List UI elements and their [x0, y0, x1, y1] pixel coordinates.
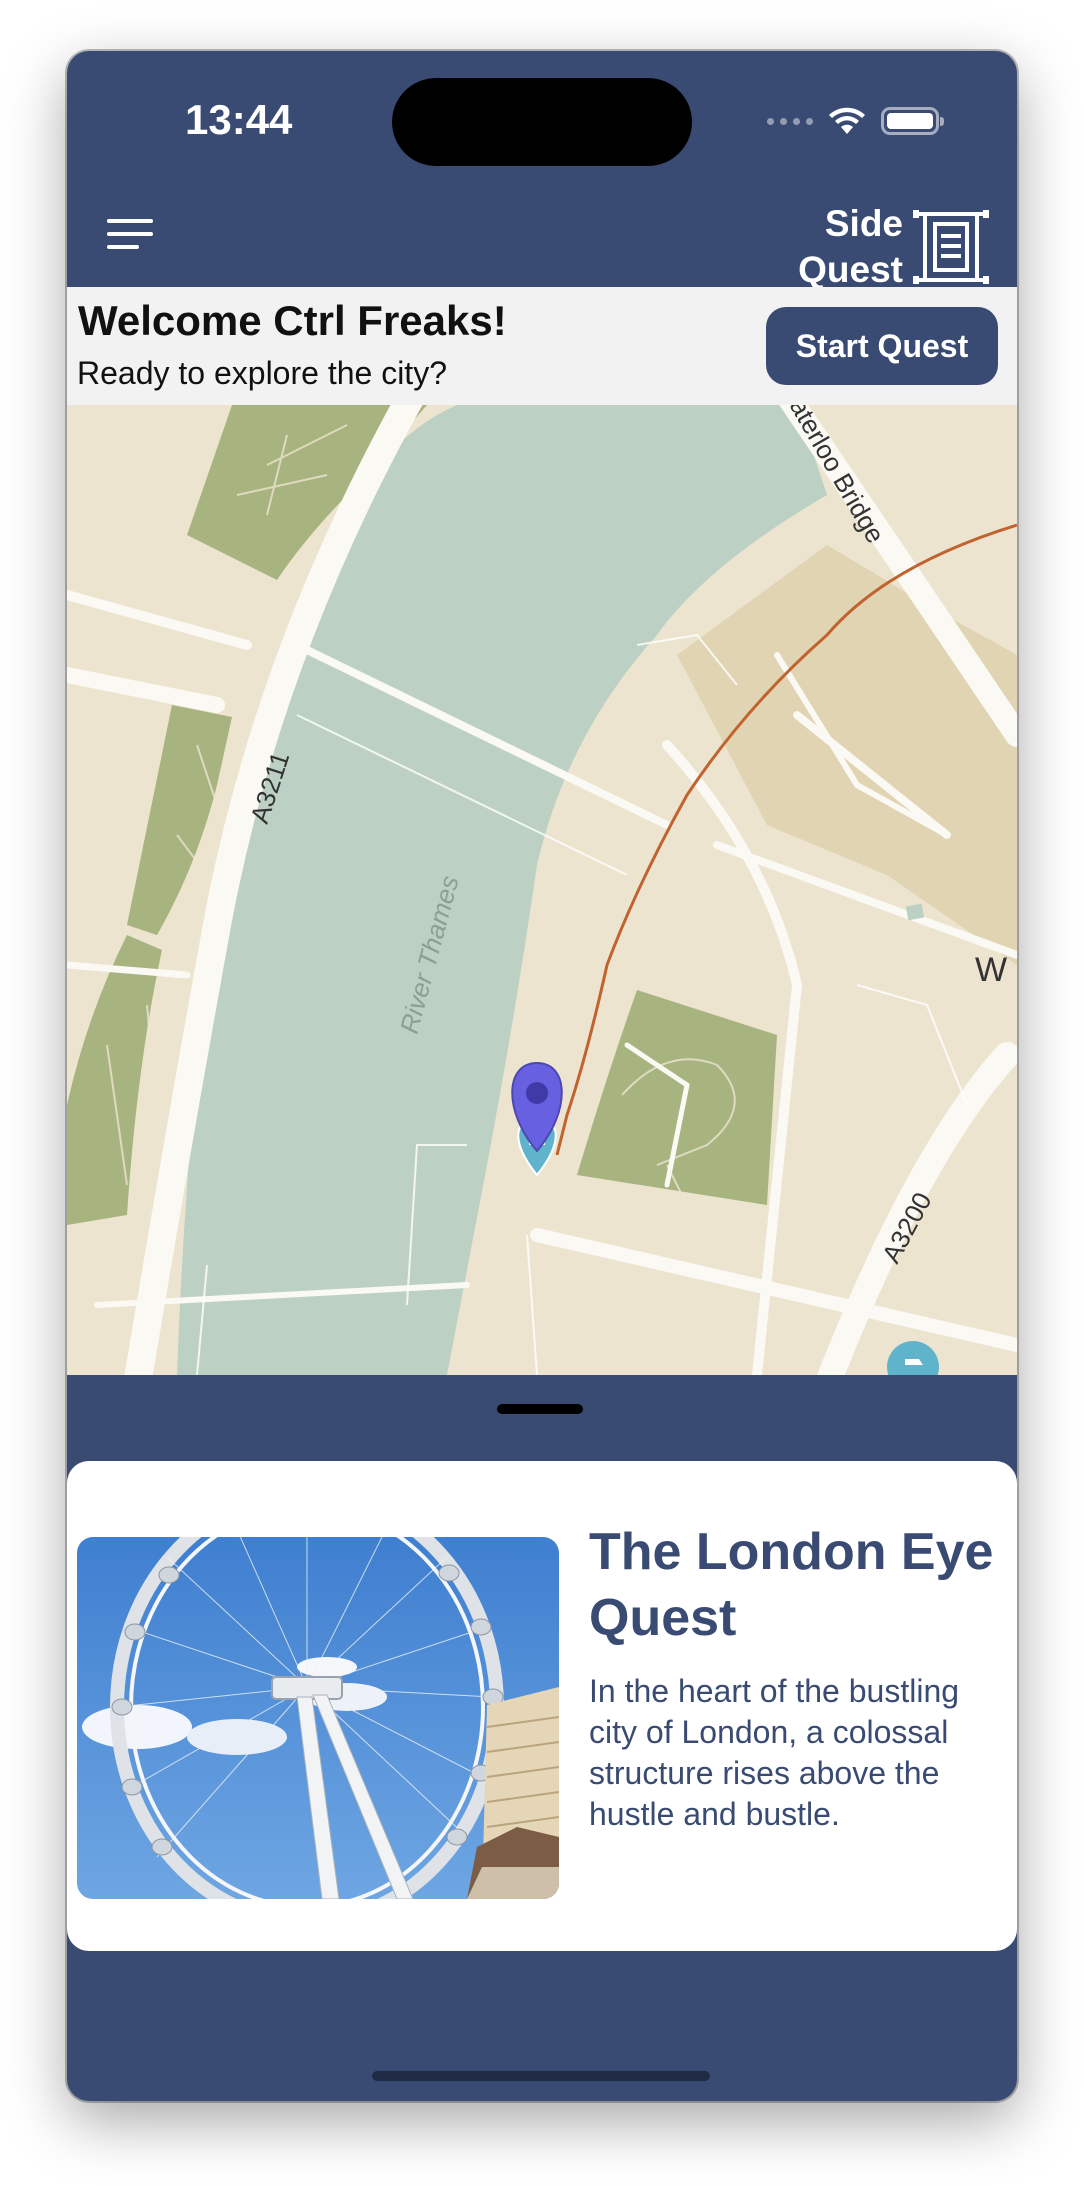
- home-indicator[interactable]: [372, 2071, 710, 2081]
- welcome-title: Welcome Ctrl Freaks!: [78, 297, 507, 344]
- status-icons: [767, 106, 944, 136]
- signal-icon: [767, 117, 813, 125]
- quest-description: In the heart of the bustling city of Lon…: [589, 1673, 960, 1832]
- app-logo: Side Quest: [798, 201, 989, 293]
- welcome-banner: Welcome Ctrl Freaks! Ready to explore th…: [67, 287, 1017, 405]
- sheet-handle[interactable]: [497, 1404, 583, 1414]
- start-quest-button[interactable]: Start Quest: [766, 307, 998, 385]
- quest-title: The London Eye Quest: [589, 1523, 994, 1647]
- welcome-subtitle: Ready to explore the city?: [77, 355, 447, 391]
- london-eye-image: [77, 1537, 559, 1899]
- wifi-icon: [829, 107, 865, 134]
- phone-screen: 13:44 Side Quest Welcome Ctrl Freaks! Re…: [67, 51, 1017, 2101]
- status-time: 13:44: [185, 96, 293, 143]
- menu-button[interactable]: [107, 219, 153, 255]
- brand-name: Side Quest: [798, 201, 903, 293]
- map-edge-label: W: [975, 951, 1007, 989]
- quest-card[interactable]: The London Eye Quest In the heart of the…: [67, 1461, 1017, 1951]
- dynamic-island: [392, 78, 692, 166]
- map-view[interactable]: River Thames A3211 aterloo Bridge A3200 …: [67, 405, 1017, 1375]
- brand-line1: Side: [824, 203, 903, 244]
- battery-icon: [881, 107, 944, 135]
- quest-scroll-icon: [913, 210, 989, 284]
